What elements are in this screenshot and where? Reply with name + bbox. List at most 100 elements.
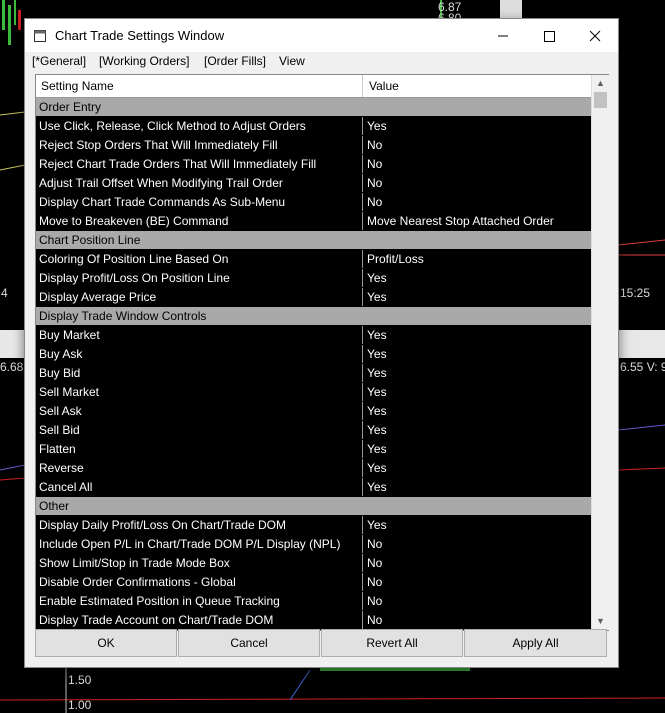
setting-value[interactable]: Yes xyxy=(364,269,591,287)
setting-value[interactable]: No xyxy=(364,174,591,192)
setting-value[interactable]: Yes xyxy=(364,288,591,306)
menu-general[interactable]: [*General] xyxy=(32,54,86,68)
minimize-button[interactable] xyxy=(480,19,526,52)
grid-rows: Order Entry Use Click, Release, Click Met… xyxy=(36,98,591,630)
setting-value[interactable]: Yes xyxy=(364,478,591,496)
scroll-up-icon[interactable]: ▲ xyxy=(592,75,609,92)
setting-row[interactable]: Reject Stop Orders That Will Immediately… xyxy=(36,136,591,154)
setting-row[interactable]: Sell Market Yes xyxy=(36,383,591,401)
setting-row[interactable]: Reject Chart Trade Orders That Will Imme… xyxy=(36,155,591,173)
menu-working-orders[interactable]: [Working Orders] xyxy=(99,54,189,68)
setting-row[interactable]: Move to Breakeven (BE) Command Move Neare… xyxy=(36,212,591,230)
setting-value[interactable]: Yes xyxy=(364,383,591,401)
setting-value[interactable]: Yes xyxy=(364,345,591,363)
apply-all-button[interactable]: Apply All xyxy=(464,629,607,657)
setting-name: Sell Ask xyxy=(36,402,363,420)
setting-value[interactable]: No xyxy=(364,573,591,591)
revert-all-button[interactable]: Revert All xyxy=(321,629,463,657)
column-header-setting-name[interactable]: Setting Name xyxy=(36,75,363,97)
scroll-thumb[interactable] xyxy=(594,92,607,108)
setting-row[interactable]: Cancel All Yes xyxy=(36,478,591,496)
status-label: 6.55 V: 97 xyxy=(620,360,665,374)
title-bar[interactable]: Chart Trade Settings Window xyxy=(25,19,618,52)
setting-value[interactable]: Profit/Loss xyxy=(364,250,591,268)
setting-name: Display Average Price xyxy=(36,288,363,306)
setting-name: Disable Order Confirmations - Global xyxy=(36,573,363,591)
close-button[interactable] xyxy=(572,19,618,52)
column-header-value[interactable]: Value xyxy=(364,75,591,97)
category-row[interactable]: Display Trade Window Controls xyxy=(36,307,591,325)
setting-row[interactable]: Include Open P/L in Chart/Trade DOM P/L … xyxy=(36,535,591,553)
setting-row[interactable]: Display Daily Profit/Loss On Chart/Trade… xyxy=(36,516,591,534)
setting-name: Coloring Of Position Line Based On xyxy=(36,250,363,268)
settings-grid: Setting Name Value Order Entry Use Click,… xyxy=(35,74,609,631)
setting-name: Sell Market xyxy=(36,383,363,401)
setting-name: Show Limit/Stop in Trade Mode Box xyxy=(36,554,363,572)
setting-value[interactable]: Yes xyxy=(364,117,591,135)
setting-row[interactable]: Show Limit/Stop in Trade Mode Box No xyxy=(36,554,591,572)
ok-button[interactable]: OK xyxy=(35,629,177,657)
setting-row[interactable]: Disable Order Confirmations - Global No xyxy=(36,573,591,591)
setting-name: Display Daily Profit/Loss On Chart/Trade… xyxy=(36,516,363,534)
setting-name: Display Trade Account on Chart/Trade DOM xyxy=(36,611,363,629)
setting-value[interactable]: No xyxy=(364,592,591,610)
setting-value[interactable]: No xyxy=(364,611,591,629)
scroll-down-icon[interactable]: ▼ xyxy=(592,613,609,630)
candles-top-left xyxy=(2,0,21,45)
setting-value[interactable]: Yes xyxy=(364,440,591,458)
setting-value[interactable]: No xyxy=(364,155,591,173)
setting-name: Include Open P/L in Chart/Trade DOM P/L … xyxy=(36,535,363,553)
cancel-button[interactable]: Cancel xyxy=(178,629,320,657)
setting-value[interactable]: Yes xyxy=(364,402,591,420)
setting-value[interactable]: No xyxy=(364,136,591,154)
minimize-icon xyxy=(498,35,508,37)
setting-row[interactable]: Sell Bid Yes xyxy=(36,421,591,439)
window-icon xyxy=(34,30,46,42)
category-row[interactable]: Order Entry xyxy=(36,98,591,116)
setting-row[interactable]: Display Profit/Loss On Position Line Yes xyxy=(36,269,591,287)
category-row[interactable]: Other xyxy=(36,497,591,515)
setting-name: Buy Ask xyxy=(36,345,363,363)
setting-name: Enable Estimated Position in Queue Track… xyxy=(36,592,363,610)
menu-order-fills[interactable]: [Order Fills] xyxy=(204,54,266,68)
setting-value[interactable]: No xyxy=(364,535,591,553)
setting-value[interactable]: No xyxy=(364,193,591,211)
setting-row[interactable]: Coloring Of Position Line Based On Profit… xyxy=(36,250,591,268)
setting-row[interactable]: Use Click, Release, Click Method to Adju… xyxy=(36,117,591,135)
price-label: 1.50 xyxy=(68,673,92,687)
setting-value[interactable]: Yes xyxy=(364,421,591,439)
setting-row[interactable]: Enable Estimated Position in Queue Track… xyxy=(36,592,591,610)
setting-row[interactable]: Display Chart Trade Commands As Sub-Menu… xyxy=(36,193,591,211)
setting-name: Adjust Trail Offset When Modifying Trail… xyxy=(36,174,363,192)
category-row[interactable]: Chart Position Line xyxy=(36,231,591,249)
setting-value[interactable]: Move Nearest Stop Attached Order xyxy=(364,212,591,230)
setting-name: Reject Chart Trade Orders That Will Imme… xyxy=(36,155,363,173)
setting-row[interactable]: Display Average Price Yes xyxy=(36,288,591,306)
time-label: 15:25 xyxy=(620,286,651,300)
setting-name: Display Chart Trade Commands As Sub-Menu xyxy=(36,193,363,211)
setting-row[interactable]: Buy Ask Yes xyxy=(36,345,591,363)
category-label: Chart Position Line xyxy=(39,233,141,247)
setting-row[interactable]: Sell Ask Yes xyxy=(36,402,591,420)
setting-value[interactable]: Yes xyxy=(364,459,591,477)
setting-value[interactable]: Yes xyxy=(364,364,591,382)
menu-bar: [*General] [Working Orders] [Order Fills… xyxy=(25,52,618,72)
setting-row[interactable]: Flatten Yes xyxy=(36,440,591,458)
setting-row[interactable]: Buy Market Yes xyxy=(36,326,591,344)
maximize-icon xyxy=(544,31,555,42)
time-label: 4 xyxy=(1,286,8,300)
setting-row[interactable]: Buy Bid Yes xyxy=(36,364,591,382)
vertical-scrollbar[interactable]: ▲ ▼ xyxy=(591,75,609,630)
setting-name: Use Click, Release, Click Method to Adju… xyxy=(36,117,363,135)
setting-value[interactable]: Yes xyxy=(364,516,591,534)
setting-row[interactable]: Adjust Trail Offset When Modifying Trail… xyxy=(36,174,591,192)
setting-row[interactable]: Reverse Yes xyxy=(36,459,591,477)
maximize-button[interactable] xyxy=(526,19,572,52)
setting-value[interactable]: Yes xyxy=(364,326,591,344)
setting-name: Buy Bid xyxy=(36,364,363,382)
category-label: Order Entry xyxy=(39,100,102,114)
setting-value[interactable]: No xyxy=(364,554,591,572)
menu-view[interactable]: View xyxy=(279,54,305,68)
setting-row[interactable]: Display Trade Account on Chart/Trade DOM… xyxy=(36,611,591,629)
setting-name: Flatten xyxy=(36,440,363,458)
